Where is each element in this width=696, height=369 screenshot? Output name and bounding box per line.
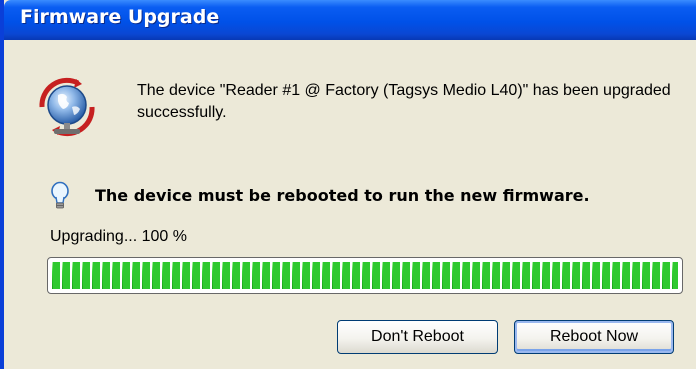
lightbulb-icon: [51, 181, 69, 209]
progress-fill: [52, 262, 678, 289]
upgrade-message: The device "Reader #1 @ Factory (Tagsys …: [137, 82, 671, 121]
window-title: Firmware Upgrade: [20, 6, 220, 28]
progress-bar: [47, 257, 683, 294]
title-bar[interactable]: Firmware Upgrade: [4, 0, 696, 40]
dont-reboot-button[interactable]: Don't Reboot: [337, 320, 498, 354]
reboot-warning: The device must be rebooted to run the n…: [95, 186, 590, 205]
globe-network-icon: [39, 77, 95, 137]
firmware-upgrade-window: Firmware Upgrade The device "Reader #1 @…: [0, 0, 696, 369]
reboot-now-button[interactable]: Reboot Now: [514, 320, 674, 354]
upgrade-status: Upgrading... 100 %: [50, 228, 187, 245]
